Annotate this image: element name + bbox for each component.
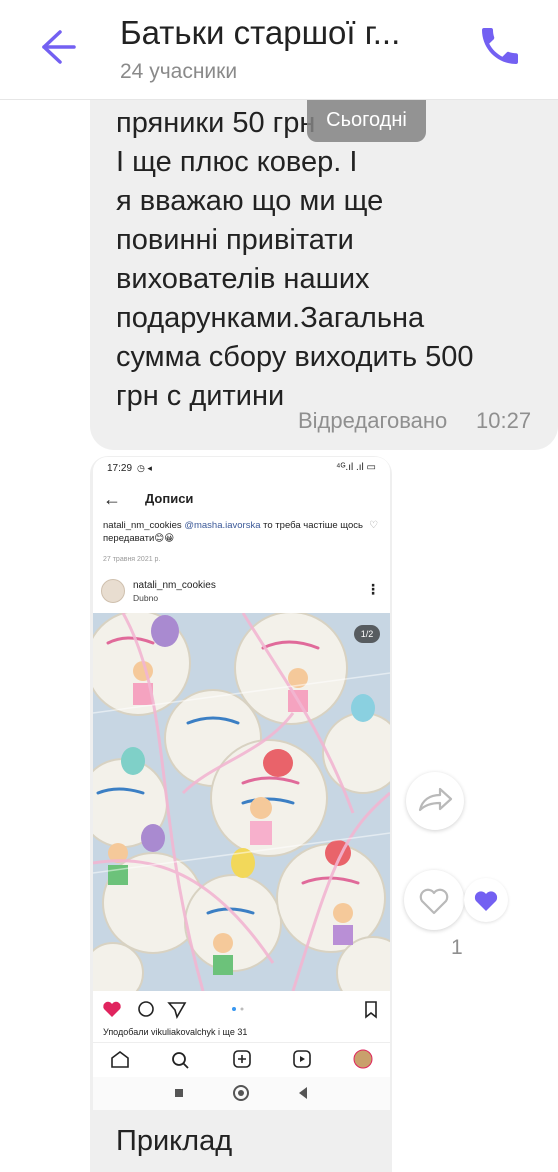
bookmark-icon [365,1001,377,1019]
more-icon: ⋮ [366,581,380,597]
status-right-icons: ⁴ᴳ.ıl .ıl ▭ [336,462,376,473]
status-time: 17:29 [107,463,133,474]
posts-title: Дописи [145,491,194,506]
post-location: Dubno [133,593,159,603]
comment-user: natali_nm_cookies [103,520,182,531]
cookies-photo: 1/2 [93,613,390,991]
message-text: пряники 50 грн І ще плюс ковер. І я вваж… [116,107,474,412]
edited-label: Відредаговано [298,408,448,433]
instagram-nav [93,1042,390,1076]
heart-outline-icon: ♡ [369,520,378,531]
forward-icon [418,787,453,812]
chat-title[interactable]: Батьки старшої г... [120,14,400,52]
back-arrow-icon: ← [103,489,121,509]
react-button[interactable] [404,870,464,930]
image-caption: Приклад [116,1125,233,1157]
attached-screenshot[interactable]: 17:29 ◷ ◂ ⁴ᴳ.ıl .ıl ▭ ← Дописи natali_nm… [93,457,390,1110]
reaction-count: 1 [451,936,463,959]
back-arrow-icon[interactable] [30,22,80,72]
participants-count: 24 учасники [120,60,238,83]
posts-topbar: ← Дописи [93,485,390,515]
photo-counter: 1/2 [354,625,380,643]
comment-mention: @masha.iavorska [184,520,261,531]
comment-date: 27 травня 2021 р. [103,556,161,563]
status-left-icons: ◷ ◂ [137,463,152,473]
android-nav [93,1077,390,1110]
date-pill: Сьогодні [307,100,426,142]
message-time: 10:27 [476,408,532,433]
heart-outline-icon [419,888,449,915]
comment: natali_nm_cookies @masha.iavorska то тре… [103,519,373,545]
comment-icon [138,1001,154,1017]
forward-button[interactable] [406,772,464,830]
post-header: natali_nm_cookies Dubno ⋮ [93,575,390,611]
post-actions [93,995,390,1023]
reaction-badge[interactable] [464,878,508,922]
status-bar: 17:29 ◷ ◂ ⁴ᴳ.ıl .ıl ▭ [93,457,390,481]
chat-header: Батьки старшої г... 24 учасники [0,0,558,100]
heart-filled-icon [474,891,498,911]
likes-text: Уподобали vikuliakovalchyk і ще 31 [103,1027,248,1037]
phone-icon[interactable] [476,22,524,70]
heart-filled-icon [103,1001,121,1017]
share-icon [167,1002,187,1020]
avatar [101,579,125,603]
post-user: natali_nm_cookies [133,580,216,591]
